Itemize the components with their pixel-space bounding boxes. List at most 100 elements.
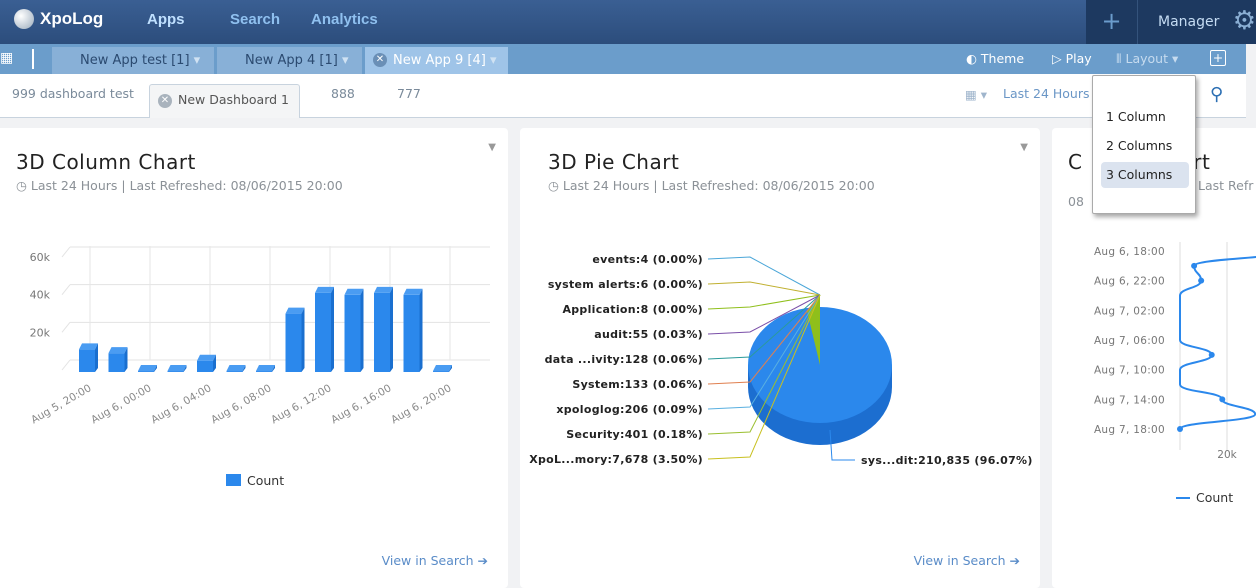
bar — [285, 313, 302, 372]
bar-top — [344, 288, 364, 295]
right-nav: + Manager ⚙ — [1086, 0, 1256, 44]
app-tab-active[interactable]: ✕ New App 9 [4] ▾ — [365, 47, 508, 74]
layout-label: Layout — [1125, 51, 1169, 66]
bar — [256, 371, 272, 372]
grid-icon[interactable]: ▦ — [0, 50, 13, 66]
x-tick-label: Aug 6, 04:00 — [149, 382, 213, 426]
add-widget-icon[interactable]: + — [1210, 50, 1226, 66]
logo-icon — [14, 9, 34, 29]
app-tab-label: New App 9 [4] — [393, 53, 486, 68]
layout-dropdown: 1 Column 2 Columns 3 Columns — [1092, 75, 1196, 214]
search-icon[interactable]: ⚲ — [1210, 84, 1223, 105]
bar — [79, 349, 95, 372]
calendar-icon[interactable]: ▦ ▾ — [965, 87, 987, 102]
nav-analytics[interactable]: Analytics — [311, 11, 378, 28]
y-tick-label: 20k — [30, 326, 51, 339]
y-tick-label: 60k — [30, 251, 51, 264]
layout-2-columns[interactable]: 2 Columns — [1101, 133, 1189, 159]
app-tab-label: New App 4 [1] — [245, 53, 338, 68]
view-in-search-link[interactable]: View in Search ➔ — [382, 553, 488, 568]
x-tick-label: Aug 6, 00:00 — [89, 382, 153, 426]
bar-top — [433, 365, 452, 372]
legend-label: Count — [247, 473, 284, 488]
close-icon[interactable]: ✕ — [158, 94, 172, 108]
app-tab[interactable]: New App 4 [1] ▾ — [217, 47, 362, 74]
legend-swatch — [226, 474, 241, 486]
bar-top — [315, 286, 334, 293]
view-in-search-link[interactable]: View in Search ➔ — [914, 553, 1020, 568]
chevron-down-icon[interactable]: ▾ — [342, 53, 349, 68]
bar — [197, 360, 213, 372]
y-tick-label: 40k — [30, 289, 51, 302]
bar-side — [360, 288, 364, 372]
layout-button[interactable]: ⦀ Layout ▾ — [1116, 51, 1178, 67]
widget-title: 3D Column Chart — [16, 150, 196, 174]
gridline — [61, 246, 71, 258]
y-tick-label: Aug 6, 18:00 — [1094, 246, 1165, 258]
app-tab[interactable]: New App test [1] ▾ — [52, 47, 214, 74]
chevron-down-icon[interactable]: ▾ — [490, 53, 497, 68]
dashboard-tab-active[interactable]: ✕ New Dashboard 1 — [149, 84, 300, 118]
x-tick-label: Aug 5, 20:00 — [29, 382, 93, 426]
range: Last 24 Hours — [30, 178, 118, 193]
chevron-down-icon[interactable]: ▾ — [194, 53, 201, 68]
y-tick-label: Aug 7, 14:00 — [1094, 394, 1165, 406]
bar-top — [138, 365, 157, 372]
x-tick-label: 20k — [1217, 449, 1237, 461]
slice-label: data ...ivity:128 (0.06%) — [545, 353, 703, 366]
theme-button[interactable]: ◐ Theme — [966, 51, 1024, 66]
y-tick-label: Aug 7, 10:00 — [1094, 365, 1165, 377]
leader-line — [707, 281, 821, 296]
slice-label: xpologlog:206 (0.09%) — [556, 403, 703, 416]
widget-menu-icon[interactable]: ▼ — [1020, 142, 1028, 153]
y-tick-label: Aug 6, 22:00 — [1094, 276, 1165, 288]
nav-apps[interactable]: Apps — [147, 11, 185, 28]
data-point — [1198, 277, 1205, 284]
theme-label: Theme — [980, 51, 1025, 66]
layout-3-columns[interactable]: 3 Columns — [1101, 162, 1189, 188]
widget-menu-icon[interactable]: ▼ — [488, 142, 496, 153]
bar-top — [256, 365, 275, 372]
play-button[interactable]: ▷ Play — [1052, 51, 1092, 66]
link-text: View in Search — [381, 553, 474, 568]
nav-search[interactable]: Search — [230, 11, 280, 28]
dashboard-tab[interactable]: 888 — [331, 86, 355, 101]
refreshed: Last Refreshed: 08/06/2015 20:00 — [129, 178, 343, 193]
dashboard-tab[interactable]: 777 — [397, 86, 421, 101]
bar-top — [197, 354, 216, 361]
gridline — [61, 359, 71, 371]
slice-label: sys...dit:210,835 (96.07%) — [861, 454, 1033, 467]
bar-side — [419, 288, 423, 372]
slice-label: audit:55 (0.03%) — [594, 328, 703, 341]
line-chart: Aug 6, 18:00 Aug 6, 22:00 Aug 7, 02:00 Aug … — [1094, 242, 1256, 505]
play-label: Play — [1065, 51, 1092, 66]
time-range[interactable]: Last 24 Hours — [1003, 86, 1090, 101]
widget-title: 3D Pie Chart — [548, 150, 680, 174]
layout-1-column[interactable]: 1 Column — [1101, 104, 1189, 130]
logo[interactable]: XpoLog — [14, 9, 103, 29]
logo-text: XpoLog — [40, 9, 104, 28]
close-icon[interactable]: ✕ — [373, 53, 387, 67]
bar — [138, 371, 154, 372]
bar-top — [108, 347, 128, 354]
manager-link[interactable]: Manager — [1138, 0, 1219, 44]
top-nav: XpoLog Apps Search Analytics + Manager ⚙ — [0, 0, 1256, 50]
widget-meta: ◷ Last 24 Hours | Last Refreshed: 08/06/… — [548, 178, 875, 193]
gear-icon[interactable]: ⚙ — [1233, 6, 1256, 36]
play-icon: ▷ — [1052, 51, 1062, 66]
dashboard-tab[interactable]: 999 dashboard test — [12, 86, 134, 101]
bar — [433, 371, 449, 372]
bar — [344, 294, 361, 372]
add-button[interactable]: + — [1086, 0, 1138, 44]
x-tick-label: Aug 6, 12:00 — [269, 382, 333, 426]
y-tick-label: Aug 7, 02:00 — [1094, 305, 1165, 317]
gridline — [61, 284, 71, 295]
refreshed: Last Refr — [1198, 178, 1254, 193]
y-tick-label: Aug 7, 18:00 — [1094, 424, 1165, 436]
gridline — [61, 322, 71, 333]
x-tick-label: Aug 6, 08:00 — [209, 382, 273, 426]
app-tab-label: New App test [1] — [80, 53, 190, 68]
y-tick-label: Aug 7, 06:00 — [1094, 335, 1165, 347]
bar-side — [301, 307, 305, 372]
bar-top — [374, 286, 393, 293]
